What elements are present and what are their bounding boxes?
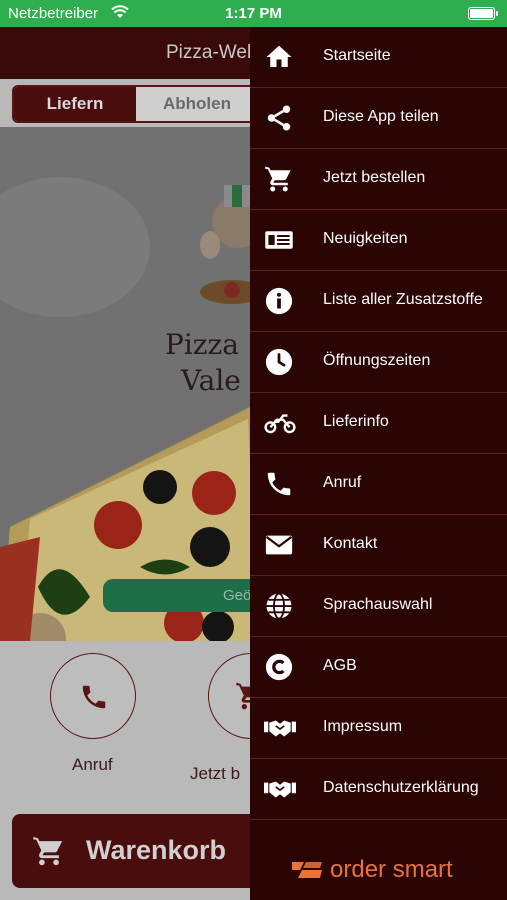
menu-item-call[interactable]: Anruf (250, 454, 507, 515)
news-icon (265, 231, 293, 249)
menu-item-label: Neuigkeiten (323, 230, 408, 247)
hero-logo-line-2: Vale (181, 364, 241, 397)
motorbike-icon (264, 414, 296, 434)
menu-item-label: Impressum (323, 718, 403, 735)
menu-item-startseite[interactable]: Startseite (250, 27, 507, 88)
battery-icon (468, 7, 498, 20)
envelope-icon (265, 535, 293, 555)
menu-item-label: Sprachauswahl (323, 596, 433, 613)
menu-item-label: Anruf (323, 474, 362, 491)
cart-icon (33, 836, 63, 866)
menu-item-label: Jetzt bestellen (323, 169, 426, 186)
clock-icon (265, 348, 293, 376)
menu-item-privacy[interactable]: Datenschutzerklärung (250, 759, 507, 820)
call-action-button[interactable] (50, 653, 136, 739)
menu-item-label: Datenschutzerklärung (323, 779, 479, 796)
menu-item-label: Kontakt (323, 535, 378, 552)
info-icon (265, 287, 293, 315)
menu-item-label: AGB (323, 657, 357, 674)
menu-item-news[interactable]: Neuigkeiten (250, 210, 507, 271)
clock-time: 1:17 PM (225, 5, 282, 22)
menu-item-label: Öffnungszeiten (323, 352, 431, 369)
phone-icon (267, 472, 291, 496)
handshake-icon (264, 781, 296, 798)
menu-item-terms[interactable]: AGB (250, 637, 507, 698)
menu-item-label: Diese App teilen (323, 108, 439, 125)
share-icon (267, 105, 291, 131)
status-bar: Netzbetreiber 1:17 PM (0, 0, 507, 27)
handshake-icon (264, 720, 296, 737)
home-icon (266, 45, 292, 67)
navigation-drawer: Startseite Diese App teilen Jetzt bestel… (250, 27, 507, 900)
menu-item-delivery-info[interactable]: Lieferinfo (250, 393, 507, 454)
brand-logo: order smart (290, 855, 453, 885)
open-status-button[interactable]: Geö (103, 579, 263, 612)
hero-logo-line-1: Pizza (165, 328, 239, 361)
tab-liefern[interactable]: Liefern (14, 87, 136, 121)
tab-abholen[interactable]: Abholen (136, 87, 258, 121)
menu-item-additives[interactable]: Liste aller Zusatzstoffe (250, 271, 507, 332)
order-action-label: Jetzt b (190, 764, 241, 783)
hero-image: Pizza Vale (0, 127, 260, 641)
call-action-label: Anruf (72, 755, 113, 774)
cart-label: Warenkorb (86, 835, 227, 865)
cart-button[interactable]: Warenkorb (12, 814, 272, 888)
menu-item-label: Lieferinfo (323, 413, 389, 430)
app-title: Pizza-Wel (166, 42, 252, 63)
menu-item-order-now[interactable]: Jetzt bestellen (250, 149, 507, 210)
cart-icon (265, 166, 291, 192)
menu-item-language[interactable]: Sprachauswahl (250, 576, 507, 637)
brand-name: order smart (330, 856, 453, 883)
menu-item-contact[interactable]: Kontakt (250, 515, 507, 576)
order-smart-logo-icon (292, 862, 322, 878)
copyright-icon (265, 653, 293, 681)
menu-item-share-app[interactable]: Diese App teilen (250, 88, 507, 149)
menu-item-label: Liste aller Zusatzstoffe (323, 291, 483, 308)
menu-item-opening-hours[interactable]: Öffnungszeiten (250, 332, 507, 393)
phone-icon (82, 685, 106, 709)
menu-item-label: Startseite (323, 47, 391, 64)
globe-icon (266, 592, 292, 620)
menu-item-imprint[interactable]: Impressum (250, 698, 507, 759)
